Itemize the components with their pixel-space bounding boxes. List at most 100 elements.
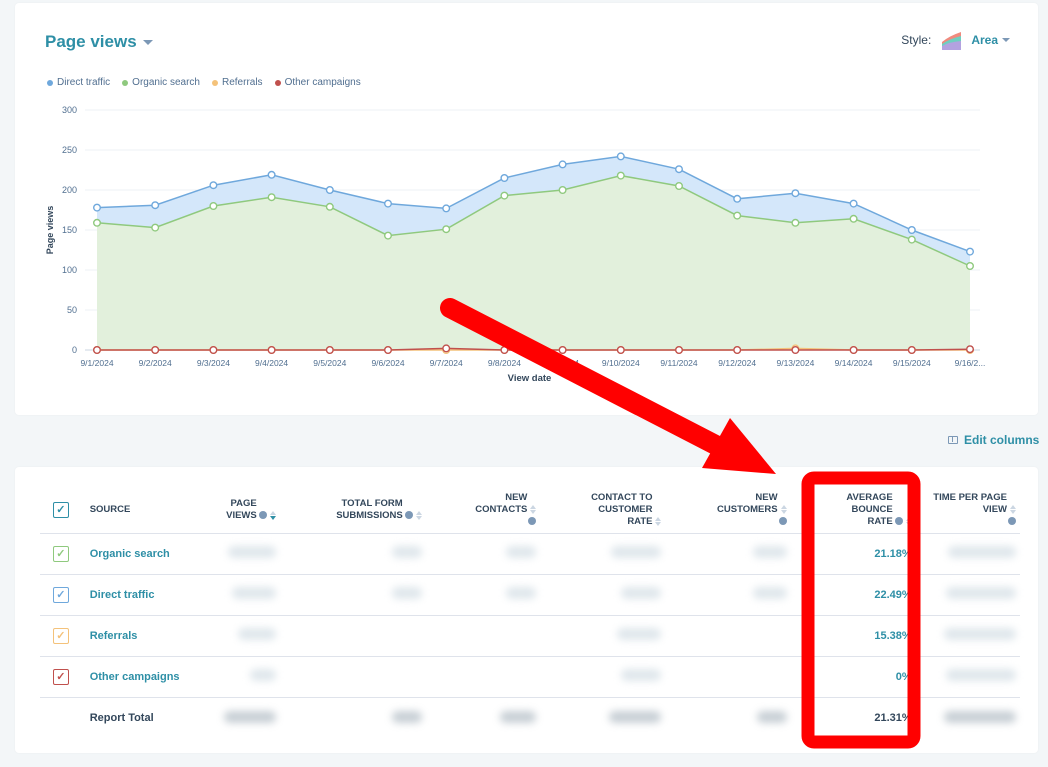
metric-cell [196,533,280,575]
data-point [733,211,742,220]
data-point [325,346,334,355]
x-tick-label: 9/14/2024 [835,358,873,368]
time-per-page-view-cell [916,697,1020,739]
metric-cell [425,656,541,698]
metric-cell [196,574,280,616]
column-header-new-contacts[interactable]: New contacts [425,487,541,534]
metric-cell [279,574,426,616]
data-point [384,199,393,208]
metric-cell [279,656,426,698]
source-link[interactable]: Direct traffic [81,574,197,616]
data-point [616,152,625,161]
data-table: ✓ Source Page views Total form submissio… [40,487,1020,739]
redacted-value [948,546,1016,558]
column-header-new-customers[interactable]: New customers [665,487,791,534]
metric-cell [196,697,279,739]
info-icon[interactable] [1008,517,1016,526]
table-row: ✓ Other campaigns 0% [40,656,1020,698]
data-point [675,346,684,355]
redacted-value [946,587,1016,599]
column-label: Average bounce rate [846,491,893,527]
source-link[interactable]: Other campaigns [81,656,197,698]
data-point [267,170,276,179]
edit-columns-button[interactable]: Edit columns [948,433,1039,447]
table-row: ✓ Organic search 21.18% [40,533,1020,575]
column-header-time-per-page-view[interactable]: Time per page view [915,487,1020,534]
redacted-value [756,710,787,723]
y-axis-label: Page views [45,206,55,255]
data-point [209,181,218,190]
bounce-rate-cell: 0% [790,656,916,698]
data-point [849,214,858,223]
area-chart: 0 50 100 150 200 250 300 Page views 9/1/2024 9/2/… [45,105,985,384]
sort-icon[interactable] [415,510,422,520]
y-tick-label: 250 [62,145,77,155]
row-checkbox[interactable]: ✓ [52,586,69,603]
metric-cell [426,697,541,739]
redacted-value [237,628,276,640]
row-checkbox[interactable]: ✓ [52,627,69,644]
row-checkbox-cell: ✓ [40,615,82,657]
data-point [151,223,160,232]
info-icon[interactable] [778,517,787,526]
data-point [92,218,101,227]
data-point [92,203,101,212]
x-tick-label: 9/8/2024 [488,358,521,368]
select-all-checkbox[interactable]: ✓ [52,501,69,518]
column-header-average-bounce-rate[interactable]: Average bounce rate [790,487,916,534]
row-checkbox-cell: ✓ [40,574,82,616]
data-point [907,346,916,355]
redacted-value [752,546,787,558]
table-row: ✓ Direct traffic 22.49% [40,574,1020,616]
x-tick-label: 9/6/2024 [371,358,404,368]
bounce-rate-cell: 21.18% [790,533,916,575]
data-point [267,346,276,355]
data-point [675,181,684,190]
info-icon[interactable] [528,517,537,526]
data-point [849,346,858,355]
data-point [791,189,800,198]
metric-cell [665,697,790,739]
row-checkbox[interactable]: ✓ [52,545,69,562]
column-header-source[interactable]: Source [81,487,197,534]
info-icon[interactable] [258,511,267,520]
data-point [558,160,567,169]
source-link[interactable]: Referrals [81,615,197,657]
redacted-value [506,587,537,599]
columns-icon [948,436,958,444]
sort-icon[interactable] [530,504,537,514]
redacted-value [391,710,422,723]
redacted-value [223,710,276,723]
y-tick-label: 150 [62,225,77,235]
row-checkbox-cell: ✓ [40,656,82,698]
row-checkbox[interactable]: ✓ [52,668,69,685]
source-link[interactable]: Organic search [81,533,197,575]
data-point [966,262,975,271]
sort-icon[interactable] [780,504,787,514]
sort-icon[interactable] [1010,504,1016,514]
redacted-value [611,546,662,558]
column-header-contact-to-customer-rate[interactable]: Contact to customer rate [540,487,666,534]
time-per-page-view-cell [915,615,1020,657]
info-icon[interactable] [894,517,903,526]
column-header-total-form-submissions[interactable]: Total form submissions [279,487,426,534]
data-point [209,201,218,210]
row-checkbox-cell: ✓ [40,533,82,575]
sort-icon[interactable] [655,516,662,526]
sort-icon[interactable] [269,510,276,520]
metric-cell [665,656,791,698]
redacted-value [946,669,1016,681]
bounce-rate-cell: 21.31% [874,712,912,725]
x-tick-label: 9/9/2024 [546,358,579,368]
column-header-page-views[interactable]: Page views [196,487,280,534]
data-point [384,231,393,240]
metric-cell [425,574,541,616]
sort-icon[interactable] [905,516,912,526]
data-point [907,225,916,234]
column-label: New contacts [475,491,528,515]
redacted-value [944,710,1016,723]
total-label: Report Total [89,712,154,725]
info-icon[interactable] [404,511,413,520]
metric-cell [665,574,791,616]
data-point [442,344,451,353]
